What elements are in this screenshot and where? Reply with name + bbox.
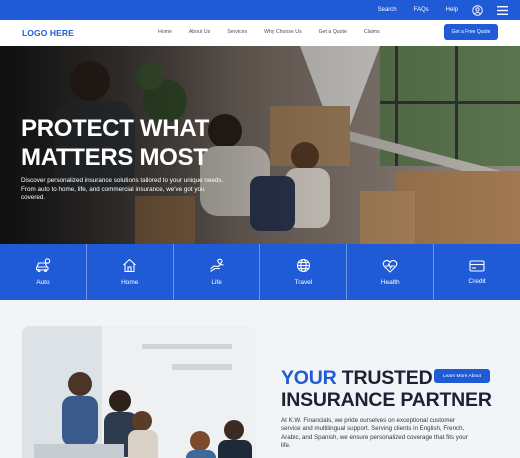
service-life-label: Life <box>211 279 222 286</box>
car-icon <box>35 258 51 273</box>
service-life[interactable]: Life <box>174 244 261 300</box>
services-strip: Auto Home Life Travel Health Credit <box>0 244 520 300</box>
nav-get-a-quote[interactable]: Get a Quote <box>319 29 347 35</box>
service-travel[interactable]: Travel <box>260 244 348 300</box>
credit-card-icon <box>469 259 485 272</box>
hero-title-line1: PROTECT WHAT <box>21 115 209 142</box>
service-auto[interactable]: Auto <box>0 244 87 300</box>
nav-claims[interactable]: Claims <box>364 29 380 35</box>
team-photo <box>22 326 256 458</box>
about-heading-line2: INSURANCE PARTNER <box>281 389 492 411</box>
service-home-label: Home <box>121 279 139 286</box>
search-link[interactable]: Search <box>378 7 397 13</box>
hero-description: Discover personalized insurance solution… <box>21 177 224 202</box>
service-home[interactable]: Home <box>87 244 174 300</box>
service-health-label: Health <box>380 278 400 286</box>
about-section: YOUR TRUSTED INSURANCE PARTNER Learn Mor… <box>0 300 520 458</box>
nav-services[interactable]: Services <box>227 29 247 35</box>
top-utility-bar: Search FAQs Help <box>0 0 520 20</box>
user-account-icon[interactable] <box>472 4 483 16</box>
service-auto-label: Auto <box>36 279 50 286</box>
about-heading-trusted: TRUSTED <box>336 367 433 389</box>
about-heading-highlight: YOUR <box>281 367 337 389</box>
hero-section: PROTECT WHAT MATTERS MOST Discover perso… <box>0 46 520 244</box>
hero-title: PROTECT WHAT MATTERS MOST <box>21 114 209 172</box>
life-hand-icon <box>209 258 224 272</box>
faqs-link[interactable]: FAQs <box>414 7 429 13</box>
hero-title-line2: MATTERS MOST <box>21 144 208 171</box>
main-navbar: LOGO HERE Home About Us Services Why Cho… <box>0 20 520 46</box>
nav-about-us[interactable]: About Us <box>189 29 210 35</box>
service-credit-label: Credit <box>468 277 486 285</box>
help-link[interactable]: Help <box>446 7 458 13</box>
site-logo[interactable]: LOGO HERE <box>22 28 74 38</box>
nav-home[interactable]: Home <box>158 29 172 35</box>
home-icon <box>123 258 137 273</box>
main-nav: Home About Us Services Why Choose Us Get… <box>158 29 397 35</box>
heart-pulse-icon <box>382 259 398 273</box>
hamburger-menu-icon[interactable] <box>497 5 508 15</box>
service-travel-label: Travel <box>294 279 313 286</box>
service-credit[interactable]: Credit <box>434 244 520 300</box>
learn-more-button[interactable]: Learn More About <box>434 369 490 383</box>
get-free-quote-button[interactable]: Get a Free Quote <box>444 24 498 40</box>
nav-why-choose-us[interactable]: Why Choose Us <box>264 29 301 35</box>
globe-icon <box>296 258 310 273</box>
about-text: At K.W. Financials, we pride ourselves o… <box>281 417 468 450</box>
service-health[interactable]: Health <box>347 244 435 300</box>
